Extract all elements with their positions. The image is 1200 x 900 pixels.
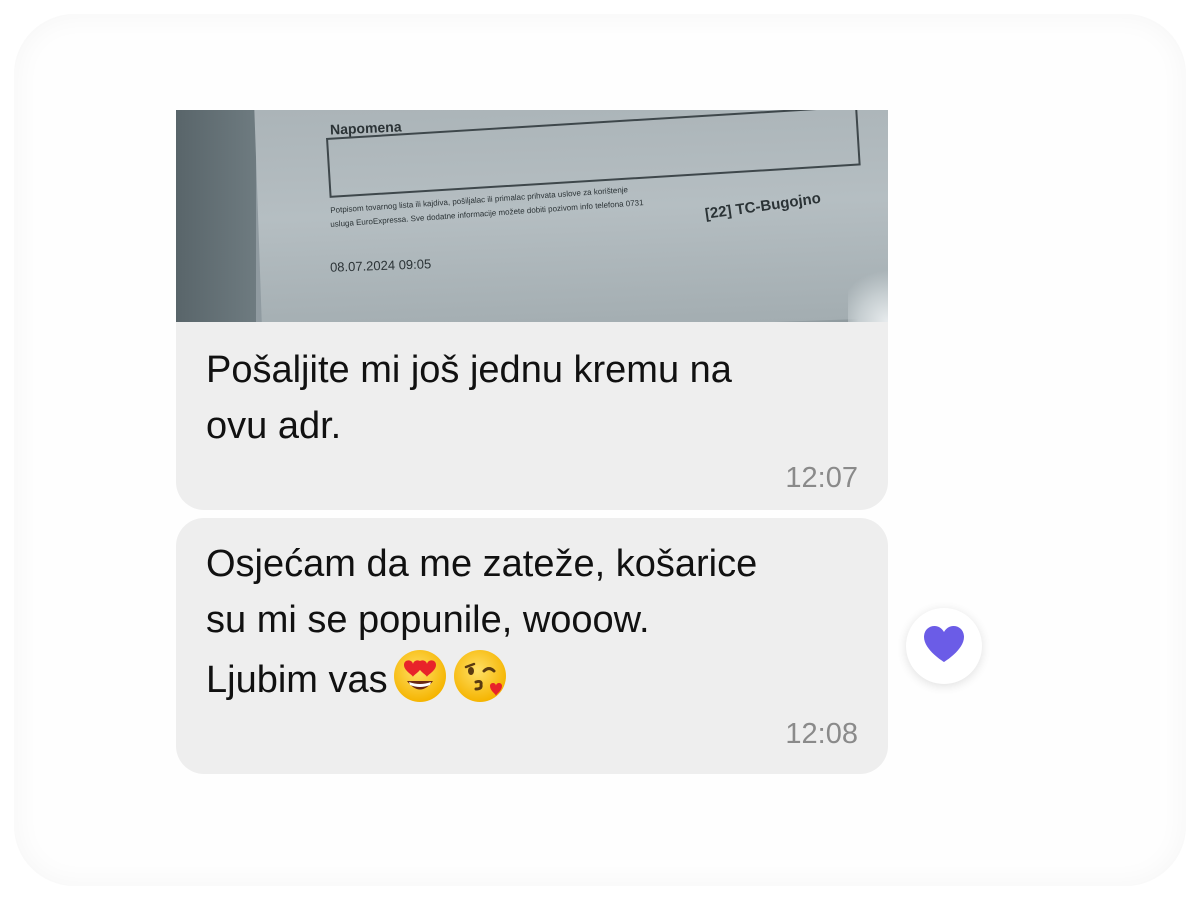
message-text: Pošaljite mi još jednu kremu na ovu adr.	[206, 349, 732, 447]
message-bubble-text[interactable]: Osjećam da me zateže, košarice su mi se …	[176, 518, 888, 774]
kissing-heart-emoji	[452, 648, 508, 704]
attached-photo[interactable]: Napomena Potpisom tovarnog lista ili kaj…	[176, 110, 888, 322]
heart-eyes-emoji	[392, 648, 448, 704]
message-bubble-photo[interactable]: Napomena Potpisom tovarnog lista ili kaj…	[176, 110, 888, 510]
chat-screenshot: Napomena Potpisom tovarnog lista ili kaj…	[0, 0, 1200, 900]
heart-icon	[922, 624, 966, 668]
photo-background	[176, 110, 256, 322]
photo-label: Napomena	[329, 118, 402, 138]
reaction-badge[interactable]	[906, 608, 982, 684]
message-text-with-emoji: Osjećam da me zateže, košarice su mi se …	[206, 536, 876, 708]
message-timestamp: 12:08	[785, 718, 858, 750]
photo-paper-curl	[848, 260, 888, 322]
message-timestamp: 12:07	[785, 462, 858, 494]
